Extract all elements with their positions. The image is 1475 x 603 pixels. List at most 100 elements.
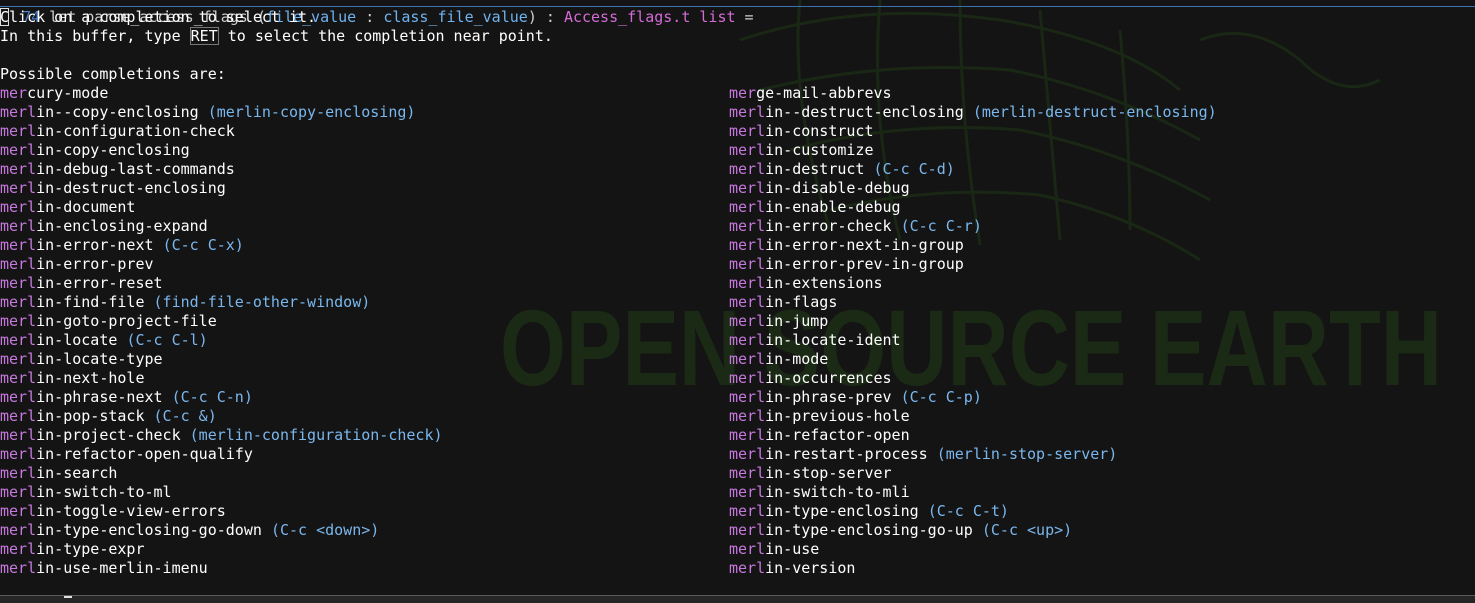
completion-name: in-type-enclosing: [765, 502, 919, 520]
completion-item[interactable]: merlin-switch-to-mli: [729, 483, 910, 502]
completion-prefix: merl: [729, 179, 766, 197]
completion-item[interactable]: merlin-customize: [729, 141, 874, 160]
completion-item[interactable]: merlin-pop-stack (C-c &): [0, 407, 217, 426]
completion-item[interactable]: merlin-goto-project-file: [0, 312, 217, 331]
help-text-2b: to select the completion near point.: [218, 27, 553, 45]
completion-prefix: merl: [0, 388, 37, 406]
completion-row: merlin-search merlin-stop-server: [0, 464, 1475, 483]
completion-item[interactable]: merlin-previous-hole: [729, 407, 910, 426]
completion-prefix: merl: [0, 141, 37, 159]
completion-item[interactable]: merlin-phrase-prev (C-c C-p): [729, 388, 982, 407]
point-marker: [64, 596, 72, 598]
completion-item[interactable]: merlin-error-reset: [0, 274, 163, 293]
completion-prefix: merl: [0, 293, 37, 311]
completion-item[interactable]: merlin-error-prev-in-group: [729, 255, 964, 274]
completion-name: in-search: [36, 464, 118, 482]
completion-item[interactable]: merlin-debug-last-commands: [0, 160, 235, 179]
completion-row: merlin-type-enclosing-go-down (C-c <down…: [0, 521, 1475, 540]
completion-item[interactable]: merlin-project-check (merlin-configurati…: [0, 426, 443, 445]
completion-item[interactable]: merlin-occurrences: [729, 369, 892, 388]
completion-name: in-enable-debug: [765, 198, 901, 216]
completion-name: in-type-expr: [36, 540, 145, 558]
completion-prefix: merl: [0, 540, 37, 558]
window-divider: [0, 6, 1475, 7]
completion-name: in-toggle-view-errors: [36, 502, 226, 520]
completion-row: merlin-enclosing-expand merlin-error-chec…: [0, 217, 1475, 236]
completion-item[interactable]: merlin-use: [729, 540, 819, 559]
completion-prefix: merl: [0, 217, 37, 235]
completion-prefix: merl: [0, 312, 37, 330]
completion-item[interactable]: mercury-mode: [0, 84, 108, 103]
completion-item[interactable]: merlin--destruct-enclosing (merlin-destr…: [729, 103, 1217, 122]
completion-item[interactable]: merlin-error-next-in-group: [729, 236, 964, 255]
completion-name: in-switch-to-ml: [36, 483, 172, 501]
completion-item[interactable]: merlin-switch-to-ml: [0, 483, 172, 502]
key-binding: (C-c C-l): [126, 331, 208, 349]
completion-item[interactable]: merlin-flags: [729, 293, 837, 312]
completion-item[interactable]: merlin-destruct (C-c C-d): [729, 160, 955, 179]
completion-name: in-error-next-in-group: [765, 236, 964, 254]
completion-prefix: merl: [729, 540, 766, 558]
completion-item[interactable]: merlin--copy-enclosing (merlin-copy-encl…: [0, 103, 415, 122]
completion-prefix: merl: [729, 407, 766, 425]
completion-row: merlin-project-check (merlin-configurati…: [0, 426, 1475, 445]
completion-item[interactable]: merlin-extensions: [729, 274, 883, 293]
key-binding: (C-c C-d): [873, 160, 955, 178]
completion-item[interactable]: merlin-search: [0, 464, 117, 483]
completion-item[interactable]: merlin-locate-type: [0, 350, 163, 369]
completion-name: in-pop-stack: [36, 407, 145, 425]
completion-name: in-goto-project-file: [36, 312, 217, 330]
completion-item[interactable]: merlin-use-merlin-imenu: [0, 559, 208, 578]
completion-item[interactable]: merlin-refactor-open-qualify: [0, 445, 253, 464]
completion-name: in-switch-to-mli: [765, 483, 910, 501]
completion-item[interactable]: merlin-next-hole: [0, 369, 145, 388]
completion-item[interactable]: merlin-type-enclosing (C-c C-t): [729, 502, 1009, 521]
completion-name: in-find-file: [36, 293, 145, 311]
completion-item[interactable]: merlin-construct: [729, 122, 874, 141]
completion-item[interactable]: merlin-mode: [729, 350, 828, 369]
completion-prefix: merl: [729, 483, 766, 501]
completion-item[interactable]: merlin-enclosing-expand: [0, 217, 208, 236]
completion-item[interactable]: merlin-enable-debug: [729, 198, 901, 217]
completion-item[interactable]: merlin-toggle-view-errors: [0, 502, 226, 521]
completion-item[interactable]: merlin-locate (C-c C-l): [0, 331, 208, 350]
completion-item[interactable]: merlin-type-enclosing-go-down (C-c <down…: [0, 521, 379, 540]
key-binding: (merlin-destruct-enclosing): [972, 103, 1217, 121]
completion-item[interactable]: merlin-error-prev: [0, 255, 154, 274]
completion-item[interactable]: merlin-disable-debug: [729, 179, 910, 198]
completion-item[interactable]: merlin-stop-server: [729, 464, 892, 483]
completion-row: merlin-error-prev merlin-error-prev-in-gr…: [0, 255, 1475, 274]
completion-item[interactable]: merlin-error-next (C-c C-x): [0, 236, 244, 255]
completion-item[interactable]: merlin-copy-enclosing: [0, 141, 190, 160]
completion-item[interactable]: merlin-restart-process (merlin-stop-serv…: [729, 445, 1117, 464]
completion-prefix: merl: [0, 464, 37, 482]
completion-prefix: merl: [729, 521, 766, 539]
key-binding: (C-c C-t): [927, 502, 1009, 520]
completions-buffer[interactable]: Click on a completion to select it. In t…: [0, 8, 1475, 578]
completion-item[interactable]: merlin-jump: [729, 312, 828, 331]
completion-item[interactable]: merge-mail-abbrevs: [729, 84, 892, 103]
completion-item[interactable]: merlin-find-file (find-file-other-window…: [0, 293, 370, 312]
completion-prefix: merl: [729, 122, 766, 140]
key-binding: (C-c C-x): [162, 236, 244, 254]
completion-prefix: merl: [0, 369, 37, 387]
completion-item[interactable]: merlin-document: [0, 198, 135, 217]
completion-name: in-flags: [765, 293, 838, 311]
completion-item[interactable]: merlin-destruct-enclosing: [0, 179, 226, 198]
completion-prefix: merl: [729, 350, 766, 368]
completion-prefix: merl: [729, 502, 766, 520]
completion-item[interactable]: merlin-locate-ident: [729, 331, 901, 350]
completion-item[interactable]: merlin-configuration-check: [0, 122, 235, 141]
completion-item[interactable]: merlin-type-enclosing-go-up (C-c <up>): [729, 521, 1072, 540]
completion-item[interactable]: merlin-version: [729, 559, 855, 578]
completion-item[interactable]: merlin-type-expr: [0, 540, 145, 559]
completion-prefix: merl: [729, 217, 766, 235]
completion-item[interactable]: merlin-error-check (C-c C-r): [729, 217, 982, 236]
completion-item[interactable]: merlin-phrase-next (C-c C-n): [0, 388, 253, 407]
key-binding: (merlin-stop-server): [936, 445, 1118, 463]
cursor: C: [0, 8, 10, 26]
completion-item[interactable]: merlin-refactor-open: [729, 426, 910, 445]
completion-prefix: merl: [0, 198, 37, 216]
completion-row: merlin-goto-project-file merlin-jump: [0, 312, 1475, 331]
completion-name: in-type-enclosing-go-up: [765, 521, 973, 539]
